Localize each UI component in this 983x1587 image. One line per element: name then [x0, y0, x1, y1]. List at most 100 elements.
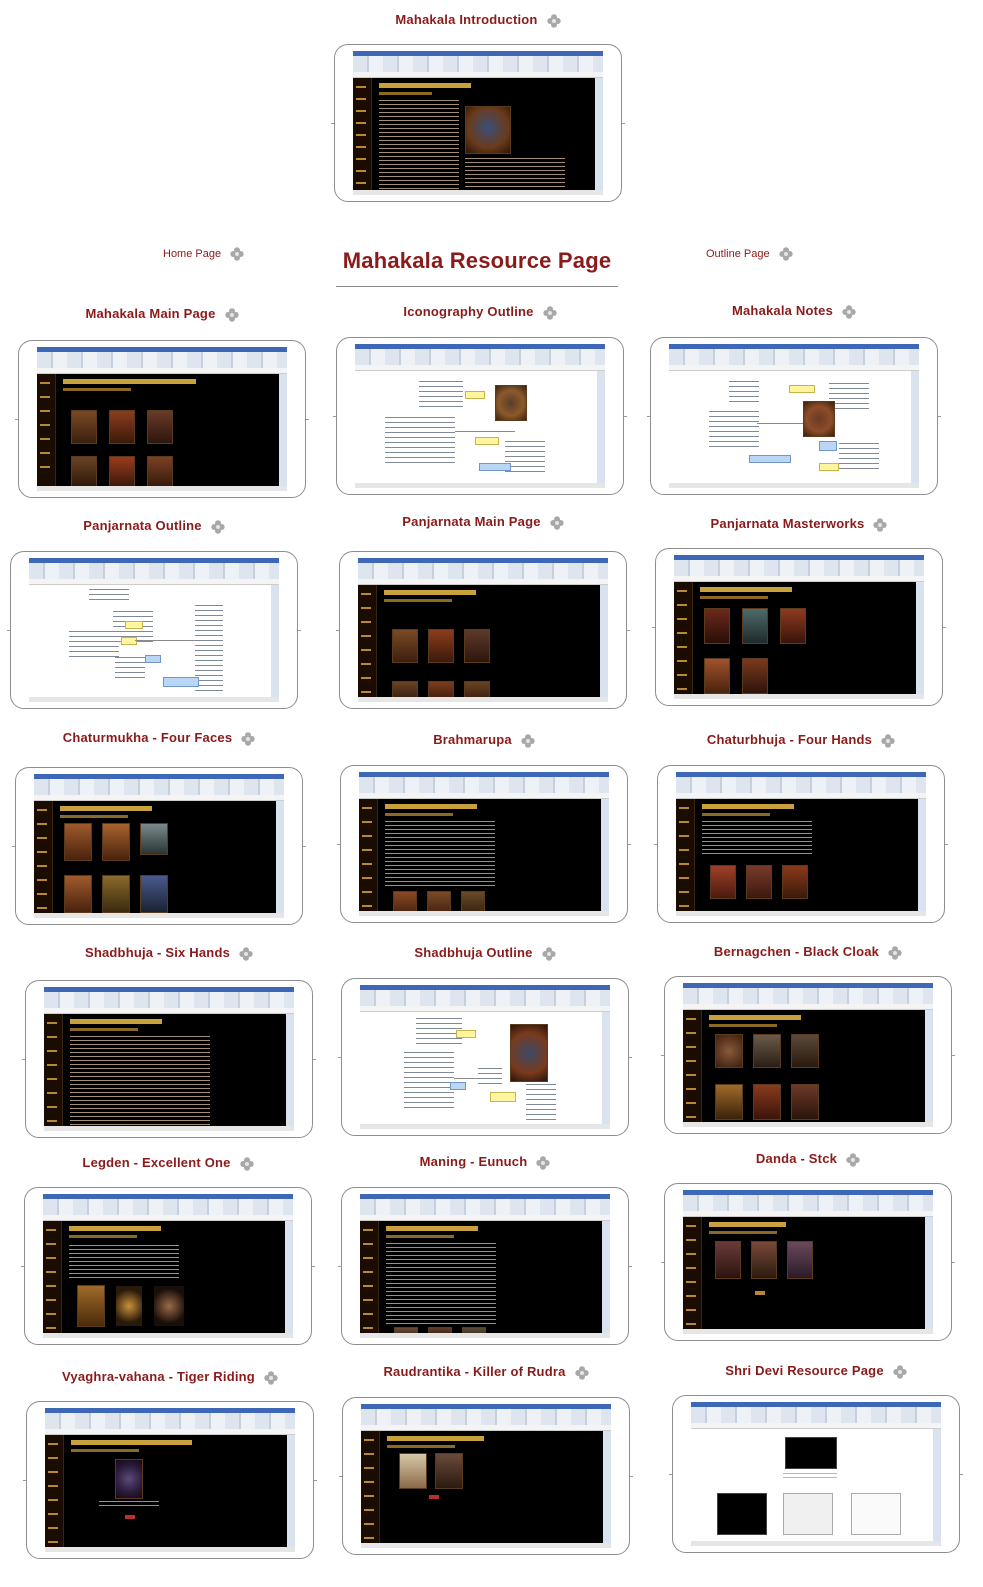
topic-label-maning[interactable]: Maning - Eunuch	[341, 1154, 629, 1170]
topic-label-shad-outline[interactable]: Shadbhuja Outline	[341, 945, 629, 961]
topic-card-intro[interactable]	[331, 44, 625, 202]
clover-link-icon[interactable]	[536, 1155, 551, 1170]
topic-card-vyaghra[interactable]	[23, 1401, 317, 1559]
topic-label-icon-outline[interactable]: Iconography Outline	[336, 304, 624, 320]
page-thumbnail	[45, 1408, 295, 1552]
page-thumbnail	[29, 558, 279, 702]
topic-card-raudrantika[interactable]	[339, 1397, 633, 1555]
clover-link-icon[interactable]	[541, 946, 556, 961]
topic-label-text: Panjarnata Masterworks	[710, 516, 865, 531]
topic-label-panj-main[interactable]: Panjarnata Main Page	[339, 514, 627, 530]
topic-card-main[interactable]	[15, 340, 309, 498]
page-thumbnail	[44, 987, 294, 1131]
topic-label-main[interactable]: Mahakala Main Page	[18, 306, 306, 322]
topic-label-text: Legden - Excellent One	[82, 1155, 231, 1170]
clover-link-icon[interactable]	[881, 733, 895, 748]
topic-label-text: Mahakala Notes	[731, 303, 834, 318]
topic-label-text: Shadbhuja - Six Hands	[84, 945, 231, 960]
topic-label-danda[interactable]: Danda - Stck	[664, 1151, 952, 1167]
clover-link-icon[interactable]	[873, 517, 888, 532]
clover-link-icon[interactable]	[546, 13, 561, 28]
topic-label-vyaghra[interactable]: Vyaghra-vahana - Tiger Riding	[26, 1369, 314, 1385]
page-thumbnail	[359, 772, 609, 916]
topic-label-text: Panjarnata Outline	[83, 518, 202, 533]
topic-label-text: Chaturmukha - Four Faces	[62, 730, 233, 745]
page-thumbnail	[360, 985, 610, 1129]
topic-label-text: Mahakala Main Page	[85, 306, 216, 321]
topic-card-notes[interactable]	[647, 337, 941, 495]
topic-label-notes[interactable]: Mahakala Notes	[650, 303, 938, 319]
topic-card-panj-outline[interactable]	[7, 551, 301, 709]
topic-card-bernagchen[interactable]	[661, 976, 955, 1134]
page-thumbnail	[683, 1190, 933, 1334]
page-thumbnail	[43, 1194, 293, 1338]
topic-label-text: Raudrantika - Killer of Rudra	[383, 1364, 566, 1379]
topic-label-text: Shri Devi Resource Page	[725, 1363, 884, 1378]
clover-link-icon[interactable]	[549, 515, 564, 530]
topic-card-legden[interactable]	[21, 1187, 315, 1345]
topic-label-chaturbhuja[interactable]: Chaturbhuja - Four Hands	[657, 732, 945, 748]
topic-card-panj-master[interactable]	[652, 548, 946, 706]
topic-card-panj-main[interactable]	[336, 551, 630, 709]
clover-link-icon[interactable]	[230, 247, 244, 261]
root-underline	[336, 286, 618, 287]
topic-label-panj-master[interactable]: Panjarnata Masterworks	[655, 516, 943, 532]
clover-link-icon[interactable]	[521, 733, 535, 748]
topic-label-text: Shadbhuja Outline	[414, 945, 533, 960]
topic-card-shadbhuja[interactable]	[22, 980, 316, 1138]
page-thumbnail	[358, 558, 608, 702]
topic-card-chaturmukha[interactable]	[12, 767, 306, 925]
topic-label-text: Panjarnata Main Page	[402, 514, 541, 529]
topic-label-shadbhuja[interactable]: Shadbhuja - Six Hands	[25, 945, 313, 961]
clover-link-icon[interactable]	[778, 247, 793, 261]
page-thumbnail	[34, 774, 284, 918]
outline-page-label: Outline Page	[706, 247, 770, 260]
topic-label-text: Vyaghra-vahana - Tiger Riding	[62, 1369, 255, 1384]
topic-label-brahmarupa[interactable]: Brahmarupa	[340, 732, 628, 748]
clover-link-icon[interactable]	[264, 1370, 278, 1385]
page-thumbnail	[674, 555, 924, 699]
clover-link-icon[interactable]	[842, 304, 856, 319]
topic-card-chaturbhuja[interactable]	[654, 765, 948, 923]
topic-label-text: Brahmarupa	[433, 732, 512, 747]
clover-link-icon[interactable]	[846, 1152, 860, 1167]
clover-link-icon[interactable]	[239, 1156, 254, 1171]
home-page-label: Home Page	[163, 247, 222, 260]
topic-label-bernagchen[interactable]: Bernagchen - Black Cloak	[664, 944, 952, 960]
topic-label-legden[interactable]: Legden - Excellent One	[24, 1155, 312, 1171]
topic-card-brahmarupa[interactable]	[337, 765, 631, 923]
page-thumbnail	[360, 1194, 610, 1338]
clover-link-icon[interactable]	[542, 305, 557, 320]
page-thumbnail	[353, 51, 603, 195]
topic-label-intro[interactable]: Mahakala Introduction	[334, 12, 622, 28]
page-thumbnail	[676, 772, 926, 916]
topic-label-raudrantika[interactable]: Raudrantika - Killer of Rudra	[342, 1364, 630, 1380]
topic-label-shridevi[interactable]: Shri Devi Resource Page	[672, 1363, 960, 1379]
clover-link-icon[interactable]	[241, 731, 255, 746]
topic-label-text: Chaturbhuja - Four Hands	[706, 732, 873, 747]
outline-page-link[interactable]: Outline Page	[706, 247, 793, 261]
topic-card-danda[interactable]	[661, 1183, 955, 1341]
topic-label-text: Danda - Stck	[755, 1151, 838, 1166]
topic-label-text: Iconography Outline	[403, 304, 534, 319]
clover-link-icon[interactable]	[224, 307, 239, 322]
page-thumbnail	[669, 344, 919, 488]
clover-link-icon[interactable]	[211, 519, 225, 534]
topic-card-maning[interactable]	[338, 1187, 632, 1345]
clover-link-icon[interactable]	[239, 946, 253, 961]
topic-card-shridevi[interactable]	[669, 1395, 963, 1553]
topic-label-text: Mahakala Introduction	[395, 12, 538, 27]
clover-link-icon[interactable]	[893, 1364, 907, 1379]
page-thumbnail	[683, 983, 933, 1127]
clover-link-icon[interactable]	[888, 945, 902, 960]
topic-card-icon-outline[interactable]	[333, 337, 627, 495]
topic-label-chaturmukha[interactable]: Chaturmukha - Four Faces	[15, 730, 303, 746]
page-thumbnail	[37, 347, 287, 491]
page-thumbnail	[355, 344, 605, 488]
clover-link-icon[interactable]	[574, 1365, 589, 1380]
topic-card-shad-outline[interactable]	[338, 978, 632, 1136]
topic-label-panj-outline[interactable]: Panjarnata Outline	[10, 518, 298, 534]
home-page-link[interactable]: Home Page	[163, 247, 244, 261]
topic-label-text: Bernagchen - Black Cloak	[713, 944, 880, 959]
topic-label-text: Maning - Eunuch	[419, 1154, 528, 1169]
